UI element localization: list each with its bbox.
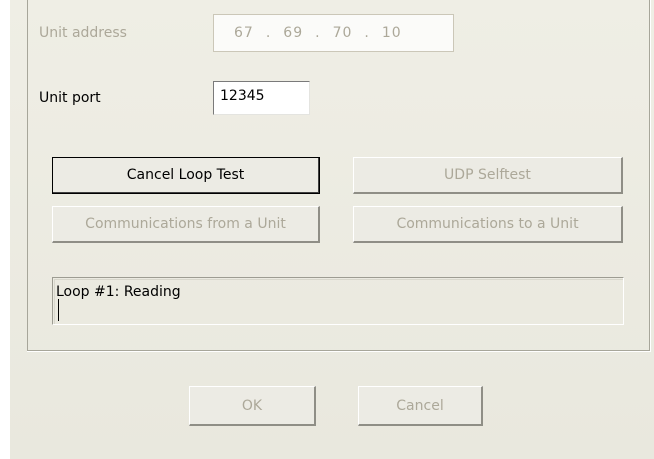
text-caret bbox=[58, 299, 59, 321]
ip-octet-2: 69 bbox=[283, 25, 304, 41]
ip-separator: . bbox=[315, 25, 321, 41]
ok-button[interactable]: OK bbox=[189, 386, 316, 426]
ip-separator: . bbox=[265, 25, 272, 41]
ip-octet-1: 67 bbox=[234, 25, 254, 41]
unit-address-label: Unit address bbox=[39, 25, 127, 41]
ip-separator: . bbox=[364, 25, 370, 41]
ip-octet-3: 70 bbox=[332, 25, 353, 41]
cancel-loop-test-button[interactable]: Cancel Loop Test bbox=[52, 157, 320, 194]
comm-from-unit-button[interactable]: Communications from a Unit bbox=[52, 206, 320, 243]
status-textbox: Loop #1: Reading bbox=[52, 277, 624, 325]
dialog-window: Unit address 67 . 69 . 70 . 10 Unit port… bbox=[10, 0, 654, 459]
cancel-button[interactable]: Cancel bbox=[358, 386, 483, 426]
unit-address-field: 67 . 69 . 70 . 10 bbox=[213, 14, 454, 52]
unit-port-label: Unit port bbox=[39, 90, 101, 106]
comm-to-unit-button[interactable]: Communications to a Unit bbox=[353, 206, 623, 243]
ip-octet-4: 10 bbox=[381, 25, 402, 41]
unit-port-input[interactable]: 12345 bbox=[213, 81, 310, 115]
status-text: Loop #1: Reading bbox=[56, 284, 181, 300]
udp-selftest-button[interactable]: UDP Selftest bbox=[353, 157, 623, 194]
